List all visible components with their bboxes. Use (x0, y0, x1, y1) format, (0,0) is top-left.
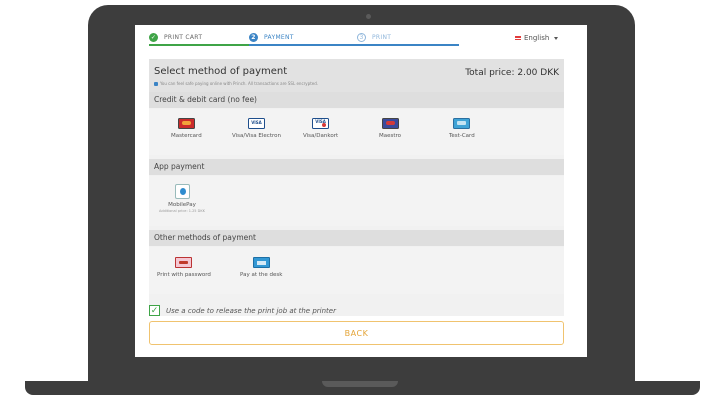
option-label: Visa/Dankort (303, 133, 339, 139)
payment-option-pay-at-desk[interactable]: Pay at the desk (240, 257, 282, 278)
payment-option-visa-dankort[interactable]: Visa/Dankort (303, 118, 338, 139)
lock-icon (154, 81, 158, 86)
mobilepay-icon (174, 184, 190, 199)
language-selector[interactable]: English (515, 34, 559, 42)
step-print-cart[interactable]: ✓ PRINT CART (149, 31, 202, 43)
visa-dankort-icon (312, 118, 330, 129)
secure-note: You can feel safe paying online with Pri… (154, 81, 318, 86)
release-code-option[interactable]: ✓ Use a code to release the print job at… (149, 305, 336, 316)
payment-option-maestro[interactable]: Maestro (379, 118, 401, 139)
laptop-base-notch (322, 381, 398, 387)
option-label: Test-Card (449, 133, 475, 139)
payment-header: Select method of payment You can feel sa… (149, 59, 564, 92)
step-print: 3 PRINT (357, 31, 391, 43)
step-label: PRINT (372, 33, 392, 41)
maestro-icon (381, 118, 399, 129)
section-header-other: Other methods of payment (149, 230, 564, 246)
section-title: Credit & debit card (no fee) (154, 95, 257, 104)
section-title: App payment (154, 162, 205, 171)
app-area: MobilePay Additional price: 1.25 DKK (149, 176, 564, 226)
test-card-icon (453, 118, 471, 129)
option-label: Pay at the desk (240, 272, 283, 278)
password-icon (175, 257, 193, 268)
page-title: Select method of payment (154, 66, 288, 77)
step-number: 3 (357, 32, 366, 42)
flag-icon (515, 36, 521, 40)
step-number: 2 (249, 32, 258, 42)
step-label: PRINT CART (164, 33, 203, 41)
total-price: Total price: 2.00 DKK (465, 68, 559, 78)
section-header-app: App payment (149, 159, 564, 175)
option-label: Print with password (157, 272, 211, 278)
language-label: English (524, 34, 550, 42)
mastercard-icon (177, 118, 195, 129)
section-header-cards: Credit & debit card (no fee) (149, 92, 564, 108)
step-label: PAYMENT (264, 33, 294, 41)
payment-option-visa[interactable]: Visa/Visa Electron (232, 118, 281, 139)
back-button[interactable]: BACK (149, 321, 564, 345)
payment-panel: Select method of payment You can feel sa… (149, 59, 564, 316)
option-label: Visa/Visa Electron (232, 133, 281, 139)
release-code-checkbox[interactable]: ✓ (149, 305, 160, 316)
progress-bar-current (249, 44, 459, 46)
payment-option-test-card[interactable]: Test-Card (449, 118, 475, 139)
cards-area: Mastercard Visa/Visa Electron Visa/Danko… (149, 109, 564, 155)
check-icon: ✓ (149, 32, 158, 42)
option-label: Maestro (379, 133, 402, 139)
payment-option-password[interactable]: Print with password (157, 257, 211, 278)
laptop-camera (366, 14, 371, 19)
option-label: Mastercard (171, 133, 202, 139)
desk-icon (252, 257, 270, 268)
other-area: Print with password Pay at the desk (149, 247, 564, 294)
step-payment: 2 PAYMENT (249, 31, 294, 43)
payment-option-mobilepay[interactable]: MobilePay Additional price: 1.25 DKK (156, 184, 208, 213)
option-note: Additional price: 1.25 DKK (159, 209, 205, 213)
progress-bar-completed (149, 44, 249, 46)
progress-steps: ✓ PRINT CART 2 PAYMENT 3 PRINT (149, 31, 459, 49)
section-title: Other methods of payment (154, 233, 256, 242)
laptop-screen: ✓ PRINT CART 2 PAYMENT 3 PRINT English S… (135, 25, 587, 357)
release-code-label: Use a code to release the print job at t… (166, 306, 336, 315)
secure-note-text: You can feel safe paying online with Pri… (160, 81, 319, 86)
payment-option-mastercard[interactable]: Mastercard (171, 118, 202, 139)
chevron-down-icon (554, 36, 559, 40)
visa-icon (247, 118, 265, 129)
option-label: MobilePay (168, 202, 196, 208)
